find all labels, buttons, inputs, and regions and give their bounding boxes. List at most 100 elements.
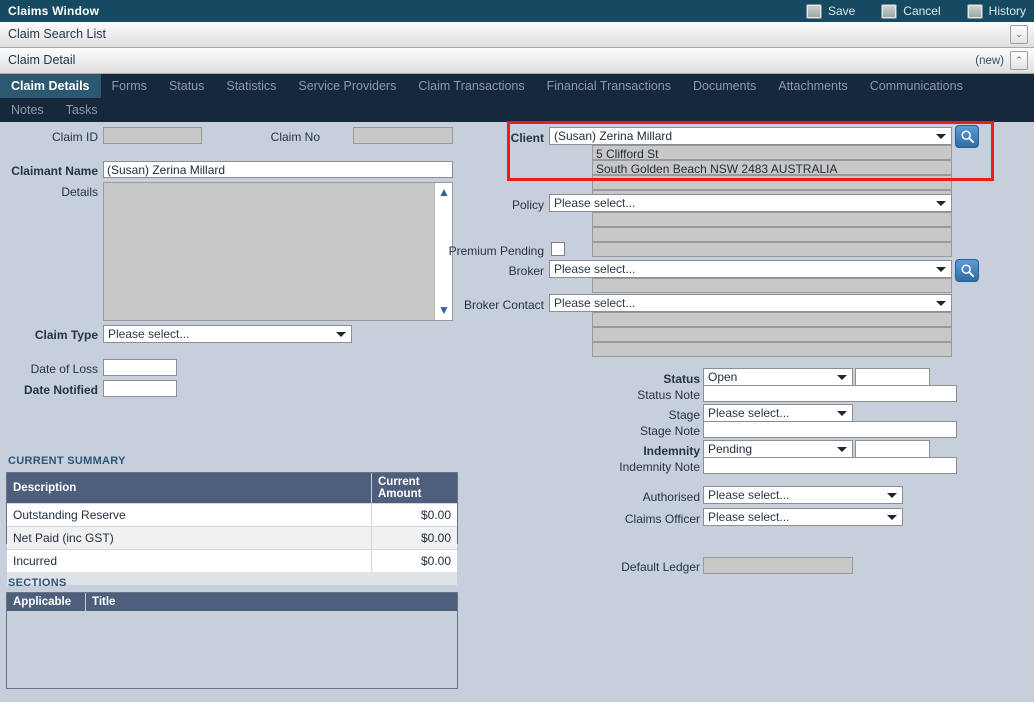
row-description: Outstanding Reserve [7, 503, 372, 527]
policy-label: Policy [511, 198, 544, 212]
client-search-button[interactable] [955, 125, 979, 148]
search-icon [961, 264, 974, 278]
client-address-line-2: South Golden Beach NSW 2483 AUSTRALIA [592, 160, 952, 176]
claim-type-value: Please select... [108, 327, 190, 341]
stage-note-input[interactable] [703, 421, 957, 438]
status-select[interactable]: Open [703, 368, 853, 386]
tab-attachments[interactable]: Attachments [767, 74, 858, 98]
tab-financial-transactions[interactable]: Financial Transactions [536, 74, 682, 98]
broker-select[interactable]: Please select... [549, 260, 952, 278]
table-header-row: Applicable Title [7, 593, 457, 611]
stage-select[interactable]: Please select... [703, 404, 853, 422]
tab-documents[interactable]: Documents [682, 74, 767, 98]
claim-no-input[interactable] [353, 127, 453, 144]
claim-details-form: Claim ID Claim No Claimant Name (Susan) … [0, 121, 1034, 702]
current-summary-caption: CURRENT SUMMARY [8, 455, 126, 467]
history-button[interactable]: History [966, 3, 1026, 19]
tab-status[interactable]: Status [158, 74, 215, 98]
save-icon [805, 3, 822, 19]
tab-communications[interactable]: Communications [859, 74, 974, 98]
authorised-label: Authorised [642, 490, 700, 504]
claim-type-label: Claim Type [34, 328, 98, 342]
claim-type-select[interactable]: Please select... [103, 325, 352, 343]
policy-select[interactable]: Please select... [549, 194, 952, 212]
search-icon [961, 130, 974, 144]
client-address-line-1: 5 Clifford St [592, 145, 952, 161]
claim-id-input[interactable] [103, 127, 202, 144]
column-applicable: Applicable [7, 593, 86, 611]
claim-detail-new-tag: (new) [975, 54, 1004, 67]
status-label: Status [663, 372, 700, 386]
claimant-name-label: Claimant Name [11, 164, 98, 178]
row-description: Net Paid (inc GST) [7, 526, 372, 550]
chevron-down-icon [936, 301, 946, 306]
chevron-down-icon [936, 134, 946, 139]
tab-statistics[interactable]: Statistics [215, 74, 287, 98]
tab-notes[interactable]: Notes [0, 98, 55, 122]
tab-tasks[interactable]: Tasks [55, 98, 109, 122]
history-icon [966, 3, 983, 19]
row-amount: $0.00 [371, 503, 457, 527]
status-date-input[interactable] [855, 368, 930, 386]
indemnity-select[interactable]: Pending [703, 440, 853, 458]
tab-claim-details[interactable]: Claim Details [0, 74, 101, 98]
claims-officer-value: Please select... [708, 510, 790, 524]
table-row[interactable]: Incurred $0.00 [7, 549, 457, 572]
table-header-row: Description Current Amount [7, 473, 457, 504]
column-description: Description [7, 473, 372, 504]
date-notified-input[interactable] [103, 380, 177, 397]
broker-value: Please select... [554, 262, 636, 276]
broker-contact-select[interactable]: Please select... [549, 294, 952, 312]
tab-claim-transactions[interactable]: Claim Transactions [407, 74, 535, 98]
save-label: Save [827, 4, 856, 18]
claim-search-list-bar[interactable]: Claim Search List ⌄ [0, 22, 1034, 48]
broker-contact-row-2 [592, 327, 952, 342]
cancel-button[interactable]: Cancel [881, 3, 941, 19]
save-button[interactable]: Save [805, 3, 856, 19]
chevron-down-icon[interactable]: ⌄ [1010, 25, 1028, 44]
row-description: Incurred [7, 549, 372, 572]
date-of-loss-input[interactable] [103, 359, 177, 376]
client-select[interactable]: (Susan) Zerina Millard [549, 127, 952, 145]
claimant-name-input[interactable]: (Susan) Zerina Millard [103, 161, 453, 178]
chevron-down-icon [837, 447, 847, 452]
sections-table: Applicable Title [6, 592, 458, 689]
indemnity-note-input[interactable] [703, 457, 957, 474]
chevron-down-icon [887, 515, 897, 520]
status-note-input[interactable] [703, 385, 957, 402]
claim-id-label: Claim ID [51, 130, 98, 144]
tab-row-secondary: Notes Tasks [0, 98, 1034, 122]
premium-pending-checkbox[interactable] [551, 242, 565, 256]
default-ledger-label: Default Ledger [621, 560, 700, 574]
broker-contact-value: Please select... [554, 296, 636, 310]
claim-no-label: Claim No [270, 130, 320, 144]
status-note-label: Status Note [637, 388, 700, 402]
chevron-up-icon[interactable]: ⌃ [1010, 51, 1028, 70]
window-title-bar: Claims Window Save Cancel History [0, 0, 1034, 22]
row-amount: $0.00 [371, 549, 457, 572]
date-notified-label: Date Notified [23, 383, 98, 397]
claim-detail-bar[interactable]: Claim Detail (new) ⌃ [0, 48, 1034, 74]
chevron-down-icon [887, 493, 897, 498]
premium-pending-label: Premium Pending [448, 244, 544, 258]
table-row[interactable]: Outstanding Reserve $0.00 [7, 503, 457, 527]
claims-officer-select[interactable]: Please select... [703, 508, 903, 526]
claim-search-list-label: Claim Search List [8, 27, 106, 41]
details-textarea[interactable]: ▲ ▼ [103, 182, 453, 321]
indemnity-date-input[interactable] [855, 440, 930, 458]
policy-detail-row-2 [592, 227, 952, 242]
chevron-down-icon [837, 375, 847, 380]
broker-label: Broker [508, 264, 544, 278]
broker-search-button[interactable] [955, 259, 979, 282]
details-label: Details [61, 185, 98, 199]
authorised-select[interactable]: Please select... [703, 486, 903, 504]
sections-caption: SECTIONS [8, 577, 67, 589]
tab-forms[interactable]: Forms [101, 74, 158, 98]
table-row[interactable]: Net Paid (inc GST) $0.00 [7, 526, 457, 550]
indemnity-note-label: Indemnity Note [619, 460, 700, 474]
tab-service-providers[interactable]: Service Providers [287, 74, 407, 98]
authorised-value: Please select... [708, 488, 790, 502]
row-amount: $0.00 [371, 526, 457, 550]
status-value: Open [708, 370, 738, 384]
broker-contact-label: Broker Contact [463, 298, 544, 312]
